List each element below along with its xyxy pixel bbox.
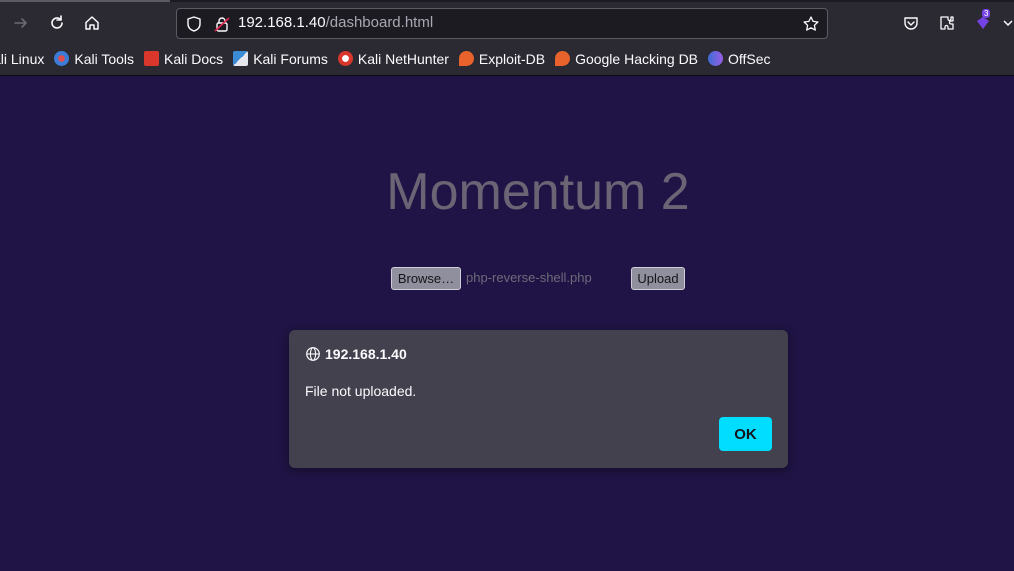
reload-icon[interactable]: [43, 9, 71, 37]
bookmark-label: OffSec: [728, 50, 771, 67]
page-content: Momentum 2 Browse… php-reverse-shell.php…: [0, 76, 1014, 571]
dialog-origin-text: 192.168.1.40: [325, 346, 407, 362]
url-host: 192.168.1.40: [238, 14, 326, 31]
bookmark-label: ali Linux: [0, 50, 45, 67]
active-tab-edge: [0, 0, 170, 2]
url-text[interactable]: 192.168.1.40/dashboard.html: [238, 14, 433, 31]
forward-icon[interactable]: [7, 9, 35, 37]
bookmark-label: Kali Forums: [253, 50, 328, 67]
pocket-icon[interactable]: [897, 9, 925, 37]
kali-nethunter-icon: [337, 51, 353, 66]
browse-button[interactable]: Browse…: [391, 267, 461, 290]
bookmark-label: Exploit-DB: [478, 50, 546, 67]
address-bar[interactable]: 192.168.1.40/dashboard.html: [176, 8, 828, 39]
bookmark-kali-docs[interactable]: Kali Docs: [139, 47, 228, 71]
bookmark-kali-tools[interactable]: Kali Tools: [49, 47, 139, 71]
upload-button[interactable]: Upload: [631, 267, 685, 290]
home-icon[interactable]: [78, 9, 106, 37]
extension-badge-icon[interactable]: 3: [969, 9, 997, 37]
globe-icon: [306, 347, 320, 361]
kali-forums-icon: [233, 51, 249, 66]
bookmark-kali-nethunter[interactable]: Kali NetHunter: [333, 47, 454, 71]
bookmark-exploit-db[interactable]: Exploit-DB: [454, 47, 550, 71]
bookmark-kali-forums[interactable]: Kali Forums: [228, 47, 333, 71]
browser-toolbar: 192.168.1.40/dashboard.html 3: [0, 0, 1014, 42]
selected-file-name: php-reverse-shell.php: [466, 270, 592, 285]
kali-tools-icon: [54, 51, 70, 66]
overflow-chevron-icon[interactable]: [1002, 9, 1014, 37]
bookmark-label: Kali NetHunter: [357, 50, 449, 67]
alert-dialog: 192.168.1.40 File not uploaded. OK: [289, 330, 788, 468]
bookmarks-toolbar: ali Linux Kali Tools Kali Docs Kali Foru…: [0, 42, 1014, 76]
insecure-lock-icon[interactable]: [213, 15, 231, 33]
offsec-icon: [708, 51, 724, 66]
extension-badge-count: 3: [982, 9, 991, 18]
bookmark-label: Kali Docs: [164, 50, 224, 67]
bookmark-label: Kali Tools: [74, 50, 135, 67]
extensions-icon[interactable]: [933, 9, 961, 37]
dialog-message: File not uploaded.: [305, 383, 417, 399]
bookmark-google-hacking-db[interactable]: Google Hacking DB: [550, 47, 703, 71]
ok-button[interactable]: OK: [719, 417, 772, 451]
dialog-origin: 192.168.1.40: [305, 346, 407, 362]
bookmark-label: Google Hacking DB: [575, 50, 699, 67]
bookmark-kali-linux[interactable]: ali Linux: [0, 47, 49, 71]
bookmark-star-icon[interactable]: [802, 15, 820, 33]
bookmark-offsec[interactable]: OffSec: [703, 47, 776, 71]
tracking-protection-shield-icon[interactable]: [185, 15, 203, 33]
kali-docs-icon: [144, 51, 160, 66]
google-hacking-db-icon: [555, 51, 571, 66]
exploit-db-icon: [458, 51, 474, 66]
url-path: /dashboard.html: [325, 14, 434, 31]
page-title: Momentum 2: [386, 163, 690, 221]
